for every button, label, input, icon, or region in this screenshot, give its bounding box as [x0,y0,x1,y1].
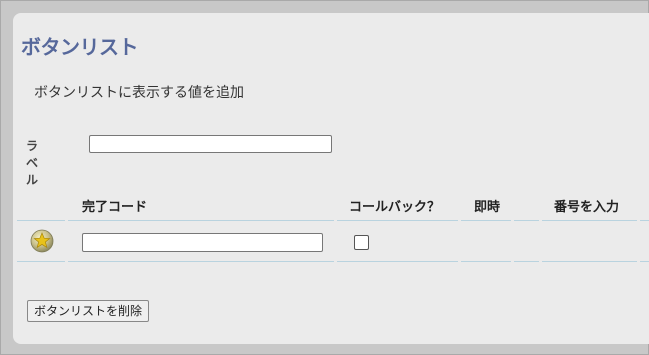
button-list-panel: ボタンリスト ボタンリストに表示する値を追加 ラベル 完了コード コールバック？… [13,13,649,344]
completion-code-input[interactable] [82,233,323,252]
column-header-completion-code: 完了コード [82,200,148,215]
header-divider [514,220,539,221]
window-frame: ボタンリスト ボタンリストに表示する値を追加 ラベル 完了コード コールバック？… [0,0,649,355]
header-divider [461,220,511,221]
page-title: ボタンリスト [21,35,139,59]
column-header-callback: コールバック？ [349,200,441,215]
column-header-immediate: 即時 [474,200,501,215]
header-divider [17,220,65,221]
label-input[interactable] [89,135,332,153]
row-divider [337,261,458,262]
row-divider [514,261,539,262]
header-divider [337,220,458,221]
page-subtitle: ボタンリストに表示する値を追加 [34,85,244,101]
row-divider [461,261,511,262]
row-divider [17,261,65,262]
callback-checkbox[interactable] [354,235,369,250]
label-field-label: ラベル [26,139,39,187]
header-divider [68,220,334,221]
delete-button-list-button[interactable]: ボタンリストを削除 [27,300,150,322]
header-divider [640,220,649,221]
header-divider [542,220,637,221]
star-coin-icon [30,229,54,253]
row-divider [542,261,637,262]
column-header-enter-number: 番号を入力 [554,200,620,215]
row-divider [68,261,334,262]
row-divider [640,261,649,262]
